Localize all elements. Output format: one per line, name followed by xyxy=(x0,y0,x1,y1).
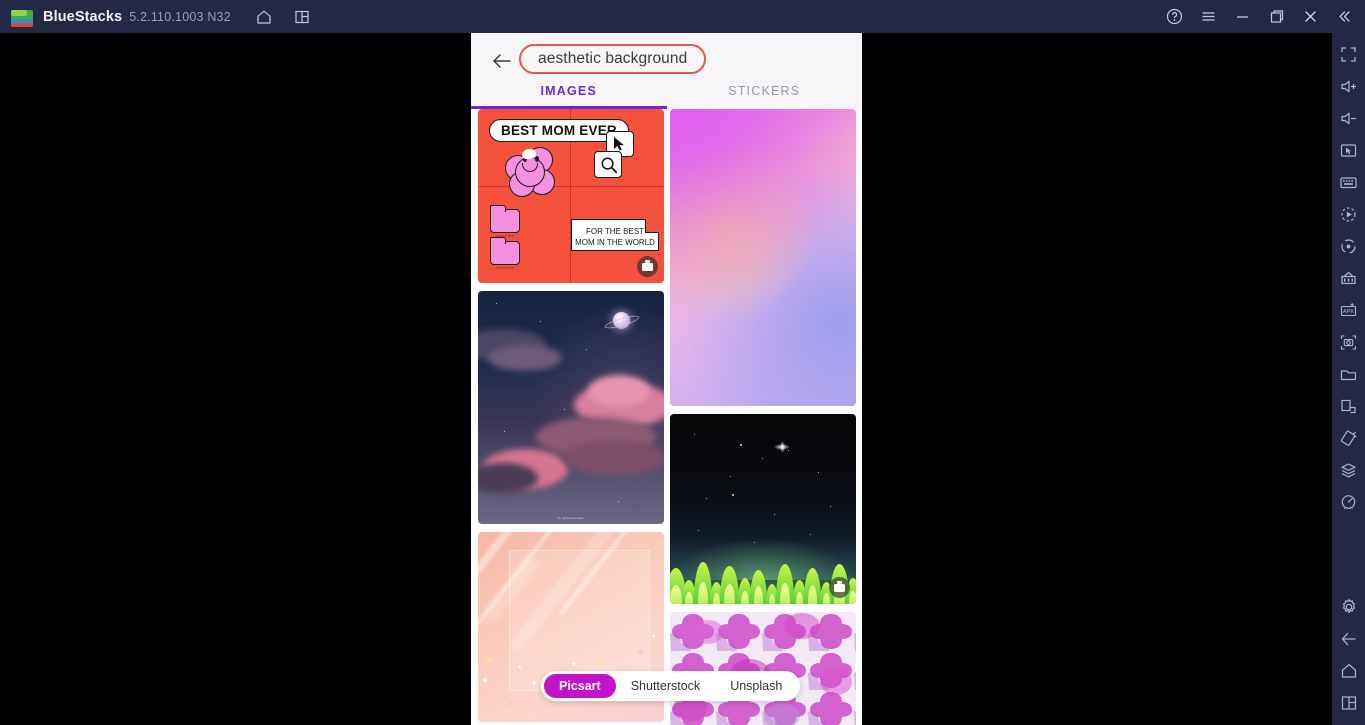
picsart-app-screen: aesthetic background IMAGES STICKERS BES… xyxy=(471,33,862,725)
volume-up-icon[interactable] xyxy=(1333,70,1365,102)
tilt-icon[interactable] xyxy=(1333,422,1365,454)
bluestacks-sidebar: APK xyxy=(1332,33,1365,725)
result-best-mom-ever[interactable]: BEST MOM EVER LOVE MY MOM LOVE MY MOM FO… xyxy=(478,109,664,283)
multi-instance-icon[interactable] xyxy=(291,6,313,28)
search-input-value: aesthetic background xyxy=(538,50,688,67)
result-watercolor-quatrefoil[interactable] xyxy=(670,612,856,725)
folder-sticker-icon xyxy=(489,237,520,265)
result-pink-purple-gradient[interactable] xyxy=(670,109,856,406)
flower-sticker-icon xyxy=(505,147,555,197)
magnifier-sticker-icon xyxy=(594,151,622,178)
home-icon[interactable] xyxy=(1333,655,1365,687)
bluestacks-logo-icon xyxy=(11,6,33,28)
results-grid[interactable]: BEST MOM EVER LOVE MY MOM LOVE MY MOM FO… xyxy=(471,109,862,725)
volume-down-icon[interactable] xyxy=(1333,102,1365,134)
results-column-right xyxy=(670,109,856,725)
tab-bar: IMAGES STICKERS xyxy=(471,77,862,109)
macro-recorder-icon[interactable] xyxy=(1333,198,1365,230)
source-picsart[interactable]: Picsart xyxy=(544,674,616,698)
app-title: BlueStacks xyxy=(43,8,123,25)
rotate-icon[interactable] xyxy=(1333,230,1365,262)
close-icon[interactable] xyxy=(1299,6,1321,28)
result-night-sky-clouds[interactable]: IG: @theminimages xyxy=(478,291,664,524)
source-selector[interactable]: Picsart Shutterstock Unsplash xyxy=(541,671,801,701)
source-unsplash[interactable]: Unsplash xyxy=(715,674,797,698)
maximize-icon[interactable] xyxy=(1265,6,1287,28)
app-version: 5.2.110.1003 N32 xyxy=(129,9,231,24)
multi-instance-manager-icon[interactable] xyxy=(1333,262,1365,294)
cursor-controls-icon[interactable] xyxy=(1333,134,1365,166)
settings-gear-icon[interactable] xyxy=(1333,591,1365,623)
install-apk-icon[interactable]: APK xyxy=(1333,294,1365,326)
fullscreen-icon[interactable] xyxy=(1333,38,1365,70)
back-arrow-icon[interactable] xyxy=(1333,623,1365,655)
shake-icon[interactable] xyxy=(1333,390,1365,422)
recents-icon[interactable] xyxy=(1333,687,1365,719)
premium-badge-icon xyxy=(637,256,658,277)
app-header: aesthetic background IMAGES STICKERS xyxy=(471,33,862,109)
mom-note-sticker: FOR THE BEST MOM IN THE WORLD xyxy=(571,219,659,251)
bluestacks-window: BlueStacks 5.2.110.1003 N32 aesthetic ba… xyxy=(0,0,1365,725)
help-icon[interactable] xyxy=(1163,6,1185,28)
performance-icon[interactable] xyxy=(1333,486,1365,518)
tab-stickers[interactable]: STICKERS xyxy=(667,77,863,109)
minimize-icon[interactable] xyxy=(1231,6,1253,28)
home-icon[interactable] xyxy=(253,6,275,28)
media-folder-icon[interactable] xyxy=(1333,358,1365,390)
emulator-stage: aesthetic background IMAGES STICKERS BES… xyxy=(0,33,1332,725)
result-green-flames-stars[interactable] xyxy=(670,414,856,604)
search-input[interactable]: aesthetic background xyxy=(519,44,707,74)
back-arrow-icon[interactable] xyxy=(489,48,515,74)
source-shutterstock[interactable]: Shutterstock xyxy=(616,674,715,698)
eco-mode-icon[interactable] xyxy=(1333,454,1365,486)
collapse-sidebar-icon[interactable] xyxy=(1333,6,1355,28)
folder-sticker-icon xyxy=(489,205,520,233)
tab-images[interactable]: IMAGES xyxy=(471,77,667,109)
quatrefoil-pattern xyxy=(670,612,856,725)
keyboard-icon[interactable] xyxy=(1333,166,1365,198)
photo-credit: IG: @theminimages xyxy=(557,516,585,520)
title-bar: BlueStacks 5.2.110.1003 N32 xyxy=(0,0,1365,33)
premium-badge-icon xyxy=(829,577,850,598)
results-column-left: BEST MOM EVER LOVE MY MOM LOVE MY MOM FO… xyxy=(478,109,664,725)
folder-label: LOVE MY MOM xyxy=(495,267,515,270)
note-line-2: MOM IN THE WORLD xyxy=(575,238,655,247)
menu-icon[interactable] xyxy=(1197,6,1219,28)
svg-text:APK: APK xyxy=(1343,309,1354,315)
screenshot-icon[interactable] xyxy=(1333,326,1365,358)
window-controls xyxy=(1163,0,1365,33)
note-line-1: FOR THE BEST xyxy=(585,227,645,236)
